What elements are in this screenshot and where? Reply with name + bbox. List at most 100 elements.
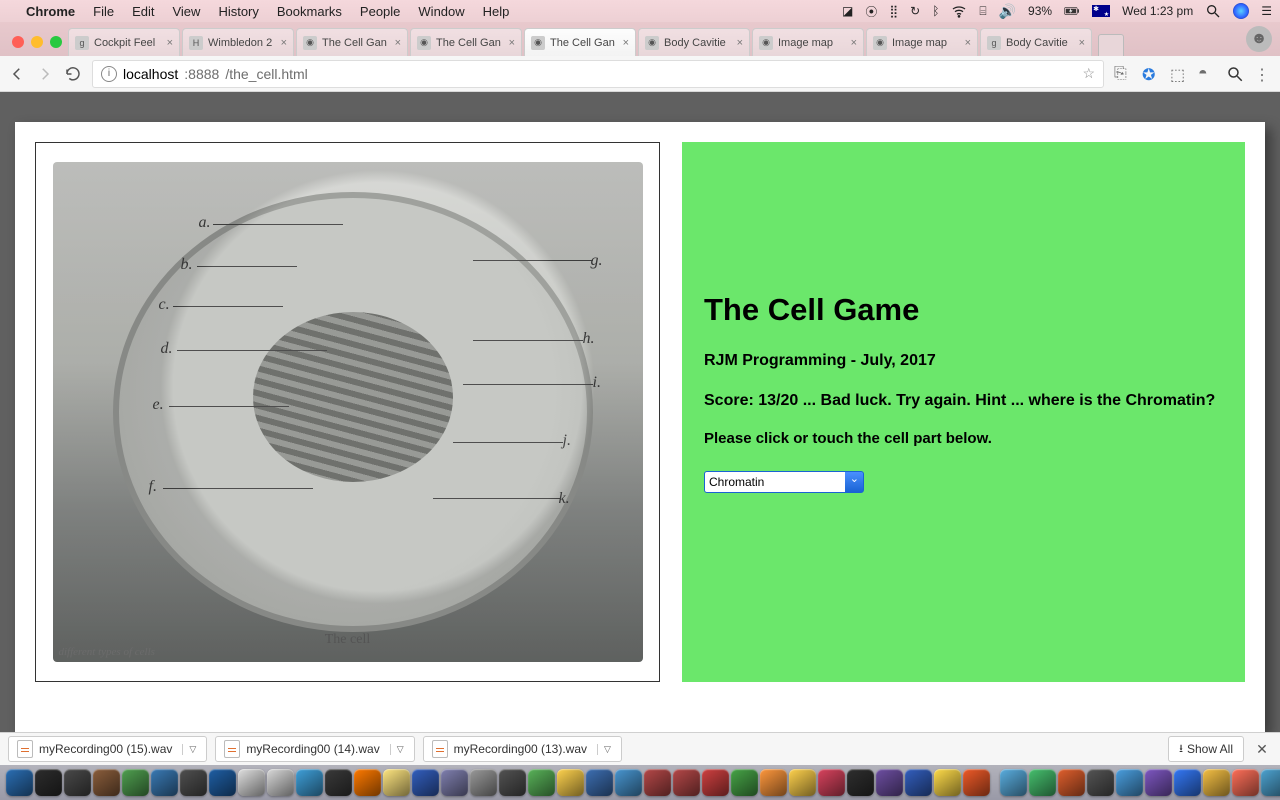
- extension-icon[interactable]: ◓: [1198, 65, 1216, 83]
- diagram-label-i[interactable]: i.: [593, 374, 601, 392]
- dock-app-icon[interactable]: [818, 769, 845, 796]
- dock-app-icon[interactable]: [64, 769, 91, 796]
- download-menu-icon[interactable]: ▽: [597, 744, 611, 755]
- extension-icon[interactable]: ⬚: [1170, 65, 1188, 83]
- tab-close-icon[interactable]: ×: [509, 37, 515, 49]
- profile-button[interactable]: ☻: [1246, 26, 1272, 52]
- bookmark-star-icon[interactable]: ☆: [1082, 65, 1095, 82]
- dock-app-icon[interactable]: [847, 769, 874, 796]
- dock-app-icon[interactable]: [963, 769, 990, 796]
- menu-view[interactable]: View: [172, 4, 200, 19]
- extension-icon[interactable]: ✪: [1142, 65, 1160, 83]
- wifi-icon[interactable]: [951, 3, 967, 19]
- app-name[interactable]: Chrome: [26, 4, 75, 19]
- dock-app-icon[interactable]: [354, 769, 381, 796]
- extension-icon[interactable]: ⎘: [1114, 65, 1132, 83]
- dock-app-icon[interactable]: [905, 769, 932, 796]
- clock[interactable]: Wed 1:23 pm: [1122, 4, 1193, 18]
- menu-history[interactable]: History: [218, 4, 258, 19]
- dock-app-icon[interactable]: [470, 769, 497, 796]
- dock-app-icon[interactable]: [383, 769, 410, 796]
- diagram-label-j[interactable]: j.: [563, 432, 571, 450]
- diagram-label-e[interactable]: e.: [153, 396, 164, 414]
- status-icon[interactable]: ⣿: [889, 4, 898, 18]
- dock-app-icon[interactable]: [499, 769, 526, 796]
- status-icon[interactable]: ◪: [842, 4, 853, 18]
- siri-icon[interactable]: [1233, 3, 1249, 19]
- new-tab-button[interactable]: [1098, 34, 1124, 56]
- tab-close-icon[interactable]: ×: [167, 37, 173, 49]
- downloads-show-all-button[interactable]: ⭳ Show All: [1168, 736, 1244, 762]
- dock-app-icon[interactable]: [557, 769, 584, 796]
- tab-close-icon[interactable]: ×: [395, 37, 401, 49]
- diagram-label-b[interactable]: b.: [181, 256, 193, 274]
- browser-tab[interactable]: gCockpit Feel×: [68, 28, 180, 56]
- back-button[interactable]: [8, 65, 26, 83]
- reload-button[interactable]: [64, 65, 82, 83]
- download-item[interactable]: myRecording00 (15).wav▽: [8, 736, 207, 762]
- dock-app-icon[interactable]: [325, 769, 352, 796]
- browser-tab[interactable]: Body Cavitie×: [638, 28, 750, 56]
- dock-app-icon[interactable]: [934, 769, 961, 796]
- download-menu-icon[interactable]: ▽: [182, 744, 196, 755]
- menu-edit[interactable]: Edit: [132, 4, 154, 19]
- dock-app-icon[interactable]: [760, 769, 787, 796]
- diagram-label-a[interactable]: a.: [199, 214, 211, 232]
- diagram-label-f[interactable]: f.: [149, 478, 157, 496]
- volume-icon[interactable]: 🔊: [999, 3, 1016, 20]
- timemachine-icon[interactable]: ↻: [910, 4, 920, 18]
- download-item[interactable]: myRecording00 (13).wav▽: [423, 736, 622, 762]
- browser-tab[interactable]: Image map×: [866, 28, 978, 56]
- menu-people[interactable]: People: [360, 4, 400, 19]
- dock-app-icon[interactable]: [673, 769, 700, 796]
- chrome-menu-icon[interactable]: ⋮: [1254, 65, 1272, 83]
- bluetooth-icon[interactable]: ᛒ: [932, 4, 939, 18]
- dock-app-icon[interactable]: [876, 769, 903, 796]
- cell-diagram-image[interactable]: a. b. c. d. e. f. g. h. i. j. k. The cel…: [53, 162, 643, 662]
- tab-close-icon[interactable]: ×: [965, 37, 971, 49]
- dock-app-icon[interactable]: [615, 769, 642, 796]
- dock-app-icon[interactable]: [1000, 769, 1027, 796]
- dock-app-icon[interactable]: [93, 769, 120, 796]
- diagram-label-k[interactable]: k.: [559, 490, 570, 508]
- diagram-label-h[interactable]: h.: [583, 330, 595, 348]
- tab-close-icon[interactable]: ×: [851, 37, 857, 49]
- dock-app-icon[interactable]: [1261, 769, 1280, 796]
- browser-tab[interactable]: Image map×: [752, 28, 864, 56]
- dock-app-icon[interactable]: [731, 769, 758, 796]
- diagram-label-d[interactable]: d.: [161, 340, 173, 358]
- browser-tab[interactable]: The Cell Gan×: [410, 28, 522, 56]
- spotlight-icon[interactable]: [1205, 3, 1221, 19]
- dock-app-icon[interactable]: [35, 769, 62, 796]
- browser-tab[interactable]: HWimbledon 2×: [182, 28, 294, 56]
- menu-file[interactable]: File: [93, 4, 114, 19]
- dock-app-icon[interactable]: [1203, 769, 1230, 796]
- airplay-icon[interactable]: ⌸: [979, 4, 986, 19]
- input-flag-icon[interactable]: [1092, 5, 1110, 17]
- tab-close-icon[interactable]: ×: [737, 37, 743, 49]
- dock-app-icon[interactable]: [180, 769, 207, 796]
- extension-search-icon[interactable]: [1226, 65, 1244, 83]
- dock-app-icon[interactable]: [412, 769, 439, 796]
- dock-app-icon[interactable]: [441, 769, 468, 796]
- dock-app-icon[interactable]: [1174, 769, 1201, 796]
- dock-app-icon[interactable]: [238, 769, 265, 796]
- diagram-label-g[interactable]: g.: [591, 252, 603, 270]
- download-item[interactable]: myRecording00 (14).wav▽: [215, 736, 414, 762]
- dock-app-icon[interactable]: [702, 769, 729, 796]
- zoom-window-button[interactable]: [50, 36, 62, 48]
- dock-app-icon[interactable]: [1232, 769, 1259, 796]
- dock-app-icon[interactable]: [296, 769, 323, 796]
- browser-tab[interactable]: gBody Cavitie×: [980, 28, 1092, 56]
- dock-app-icon[interactable]: [209, 769, 236, 796]
- browser-tab[interactable]: The Cell Gan×: [296, 28, 408, 56]
- menu-window[interactable]: Window: [418, 4, 464, 19]
- dock-app-icon[interactable]: [1058, 769, 1085, 796]
- dock-app-icon[interactable]: [586, 769, 613, 796]
- dock-app-icon[interactable]: [1145, 769, 1172, 796]
- dock-app-icon[interactable]: [644, 769, 671, 796]
- forward-button[interactable]: [36, 65, 54, 83]
- download-menu-icon[interactable]: ▽: [390, 744, 404, 755]
- dock-app-icon[interactable]: [122, 769, 149, 796]
- site-info-icon[interactable]: i: [101, 66, 117, 82]
